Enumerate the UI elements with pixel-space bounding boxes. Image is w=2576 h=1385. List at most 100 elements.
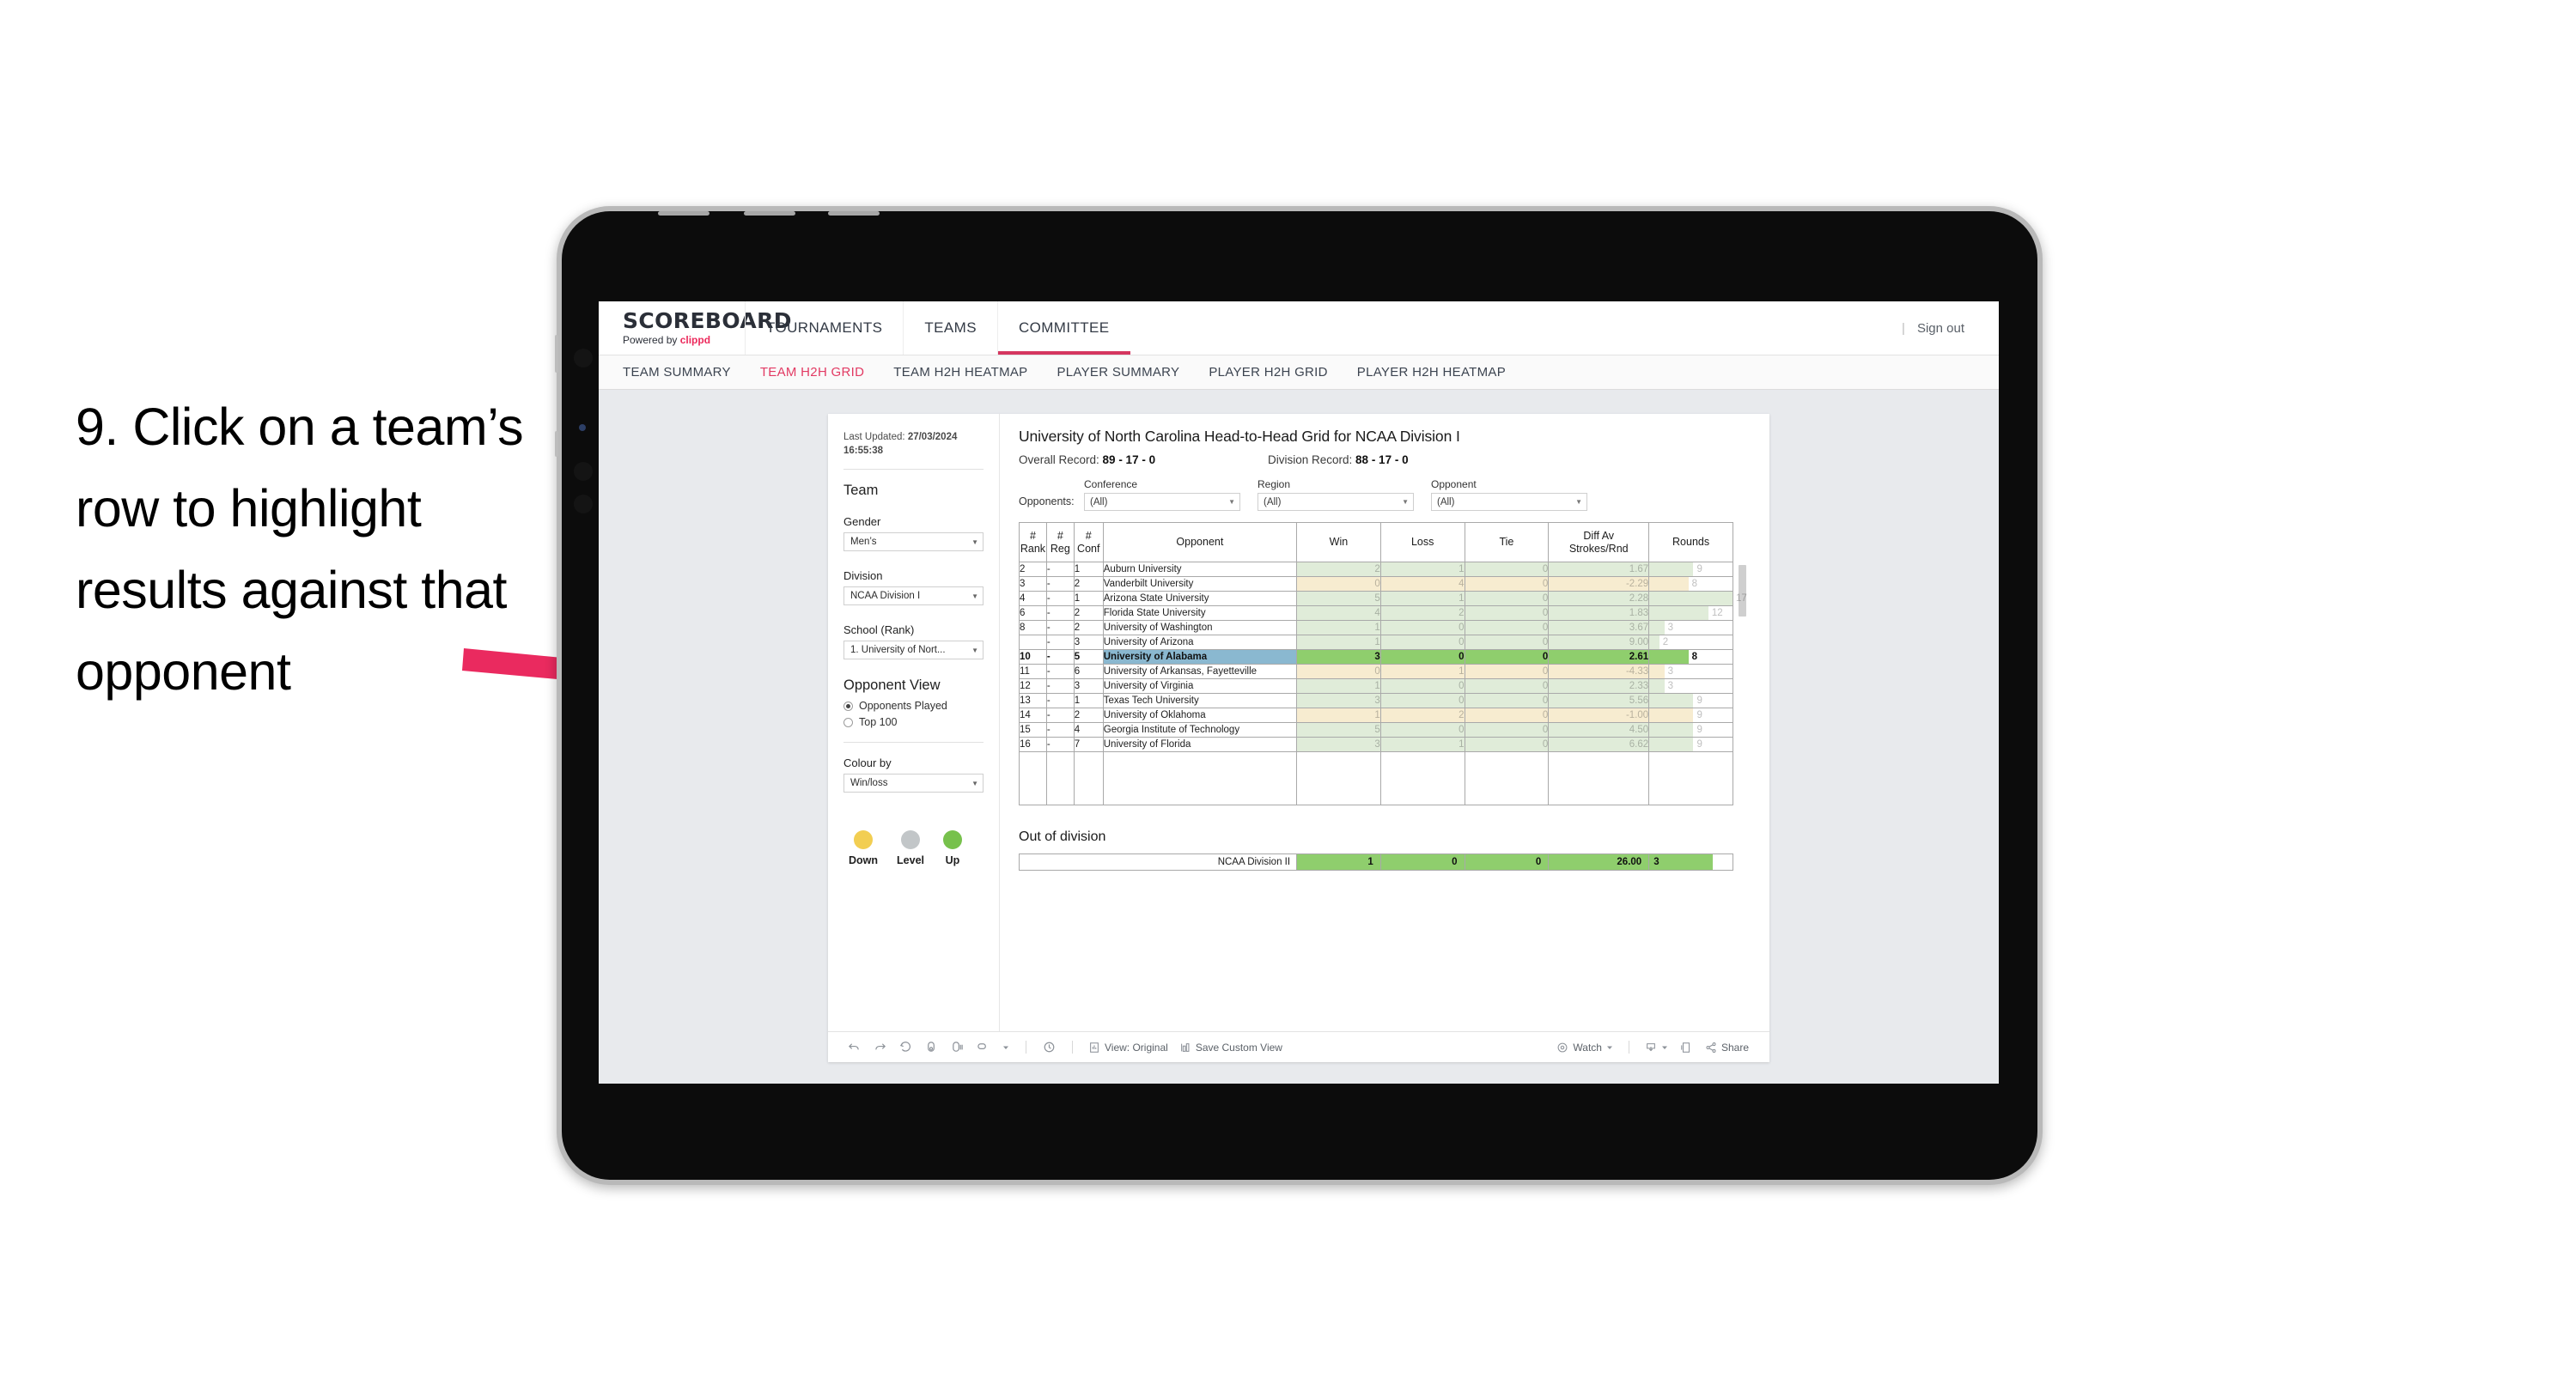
h2h-table-body: 2-1 Auburn University 2 1 0 1.67 9 3-2 Vanderbil… xyxy=(1019,562,1747,805)
undo-icon[interactable] xyxy=(847,1040,862,1054)
alerts-icon[interactable] xyxy=(1042,1040,1057,1054)
col-diff[interactable]: Diff Av Strokes/Rnd xyxy=(1548,522,1650,562)
opponent-filters: Opponents: Conference (All) ▼ Region (Al xyxy=(1019,478,1752,511)
col-loss[interactable]: Loss xyxy=(1379,522,1465,562)
division-select[interactable]: NCAA Division I ▼ xyxy=(843,586,984,606)
rounds-value: 8 xyxy=(1691,579,1698,589)
col-rank[interactable]: # Rank xyxy=(1019,522,1047,562)
filter-conference-select[interactable]: (All) ▼ xyxy=(1084,493,1240,511)
cell-rank: 16 xyxy=(1019,737,1047,752)
col-opponent[interactable]: Opponent xyxy=(1102,522,1298,562)
view-original-label: View: Original xyxy=(1105,1041,1168,1054)
cell-reg: - xyxy=(1045,664,1075,679)
fullscreen-icon[interactable] xyxy=(1679,1040,1694,1054)
table-row[interactable]: 8-2 University of Washington 1 0 0 3.67 3 xyxy=(1019,620,1733,635)
sign-out-link[interactable]: Sign out xyxy=(1917,321,1964,336)
sidebar-divider-1 xyxy=(843,469,984,471)
rounds-bar xyxy=(1649,694,1694,708)
table-row[interactable]: 10-5 University of Alabama 3 0 0 2.61 8 xyxy=(1019,649,1733,665)
tab-team-h2h-heatmap[interactable]: TEAM H2H HEATMAP xyxy=(893,365,1027,380)
table-row[interactable]: 2-1 Auburn University 2 1 0 1.67 9 xyxy=(1019,562,1733,577)
rounds-bar xyxy=(1649,621,1665,635)
overall-record: Overall Record: 89 - 17 - 0 xyxy=(1019,453,1268,466)
table-row[interactable]: 11-6 University of Arkansas, Fayetteville… xyxy=(1019,664,1733,679)
radio-top-100[interactable]: Top 100 xyxy=(843,716,984,728)
rounds-bar xyxy=(1649,592,1733,605)
col-conf[interactable]: # Conf xyxy=(1073,522,1104,562)
nav-item-tournaments[interactable]: TOURNAMENTS xyxy=(745,301,903,355)
cell-tie: 0 xyxy=(1464,649,1550,665)
tab-player-summary[interactable]: PLAYER SUMMARY xyxy=(1057,365,1179,380)
h2h-header-row: # Rank # Reg # Conf Opponent Win Loss Tie D… xyxy=(1019,522,1733,562)
table-row[interactable]: -3 University of Arizona 1 0 0 9.00 2 xyxy=(1019,635,1733,650)
save-custom-view-button[interactable]: Save Custom View xyxy=(1179,1042,1282,1054)
refresh-icon[interactable] xyxy=(924,1040,939,1054)
cell-tie: 0 xyxy=(1464,591,1550,606)
tablet-side-button[interactable] xyxy=(555,335,558,373)
grid-view: University of North Carolina Head-to-Hea… xyxy=(1000,414,1769,1031)
school-select[interactable]: 1. University of Nort... ▼ xyxy=(843,641,984,660)
nav-item-committee[interactable]: COMMITTEE xyxy=(996,301,1130,355)
chevron-down-icon[interactable] xyxy=(1002,1040,1010,1054)
colour-by-select[interactable]: Win/loss ▼ xyxy=(843,774,984,793)
viz-title: University of North Carolina Head-to-Hea… xyxy=(1019,428,1460,445)
cell-diff: 6.62 xyxy=(1548,737,1650,752)
share-button[interactable]: Share xyxy=(1705,1042,1769,1054)
tablet-volume-button[interactable] xyxy=(555,431,558,457)
cell-tie: 0 xyxy=(1464,708,1550,723)
logo-text: SCOREBOARD xyxy=(623,308,792,333)
table-vertical-scrollbar[interactable] xyxy=(1739,565,1746,617)
nav-item-teams[interactable]: TEAMS xyxy=(903,301,997,355)
out-of-division-body: NCAA Division II 1 0 0 26.00 3 xyxy=(1018,853,1733,871)
rounds-bar xyxy=(1649,650,1689,664)
cell-diff: 2.33 xyxy=(1548,678,1650,694)
gender-select[interactable]: Men’s ▼ xyxy=(843,532,984,552)
radio-top-100-label: Top 100 xyxy=(859,716,898,729)
pause-icon[interactable] xyxy=(950,1040,965,1054)
redo-icon[interactable] xyxy=(873,1040,887,1054)
powered-by-text: Powered by clippd xyxy=(623,334,745,346)
filter-region-select[interactable]: (All) ▼ xyxy=(1258,493,1414,511)
filter-opponent-select[interactable]: (All) ▼ xyxy=(1431,493,1587,511)
tab-player-h2h-heatmap[interactable]: PLAYER H2H HEATMAP xyxy=(1357,365,1506,380)
cell-tie: 0 xyxy=(1464,635,1550,650)
table-row[interactable]: 12-3 University of Virginia 1 0 0 2.33 3 xyxy=(1019,678,1733,694)
tab-player-h2h-grid[interactable]: PLAYER H2H GRID xyxy=(1209,365,1327,380)
table-row[interactable]: 16-7 University of Florida 3 1 0 6.62 9 xyxy=(1019,737,1733,752)
table-row[interactable]: 13-1 Texas Tech University 3 0 0 5.56 9 xyxy=(1019,693,1733,708)
table-row[interactable]: NCAA Division II 1 0 0 26.00 3 xyxy=(1018,853,1733,871)
rounds-value: 3 xyxy=(1667,623,1673,633)
col-rounds[interactable]: Rounds xyxy=(1648,522,1733,562)
cell-rank: 10 xyxy=(1019,649,1047,665)
revert-icon[interactable] xyxy=(898,1040,913,1054)
tab-team-h2h-grid[interactable]: TEAM H2H GRID xyxy=(760,365,864,380)
rounds-bar xyxy=(1649,577,1689,591)
filters-sidebar: Last Updated: 27/03/2024 16:55:38 Team G… xyxy=(828,414,1000,1031)
cell-win: 1 xyxy=(1296,708,1381,723)
cell-loss: 1 xyxy=(1379,664,1465,679)
filler-cell xyxy=(1102,751,1298,805)
table-row[interactable]: 15-4 Georgia Institute of Technology 5 0 0 4.… xyxy=(1019,722,1733,738)
legend-swatch-down xyxy=(854,830,874,850)
cell-opponent: University of Virginia xyxy=(1102,678,1298,694)
col-win[interactable]: Win xyxy=(1296,522,1381,562)
radio-opponents-played[interactable]: Opponents Played xyxy=(843,700,984,712)
cell-diff: -2.29 xyxy=(1548,576,1650,592)
table-row[interactable]: 4-1 Arizona State University 5 1 0 2.28 17 xyxy=(1019,591,1747,606)
view-original-button[interactable]: View: Original xyxy=(1088,1042,1168,1054)
filter-opponent-value: (All) xyxy=(1437,496,1455,507)
filter-region: Region (All) ▼ xyxy=(1258,478,1414,511)
tab-team-summary[interactable]: TEAM SUMMARY xyxy=(623,365,731,380)
watch-button[interactable]: Watch xyxy=(1556,1042,1613,1054)
col-reg[interactable]: # Reg xyxy=(1045,522,1075,562)
download-button[interactable] xyxy=(1645,1042,1668,1054)
chevron-down-icon: ▼ xyxy=(1575,498,1582,506)
col-tie[interactable]: Tie xyxy=(1464,522,1550,562)
cell-diff: 1.67 xyxy=(1548,562,1650,577)
last-updated: Last Updated: 27/03/2024 16:55:38 xyxy=(843,431,984,458)
pan-icon[interactable] xyxy=(976,1040,990,1054)
table-row[interactable]: 6-2 Florida State University 4 2 0 1.83 12 xyxy=(1019,605,1733,621)
table-row[interactable]: 14-2 University of Oklahoma 1 2 0 -1.00 9 xyxy=(1019,708,1733,723)
cell-reg: - xyxy=(1045,708,1075,723)
table-row[interactable]: 3-2 Vanderbilt University 0 4 0 -2.29 8 xyxy=(1019,576,1733,592)
